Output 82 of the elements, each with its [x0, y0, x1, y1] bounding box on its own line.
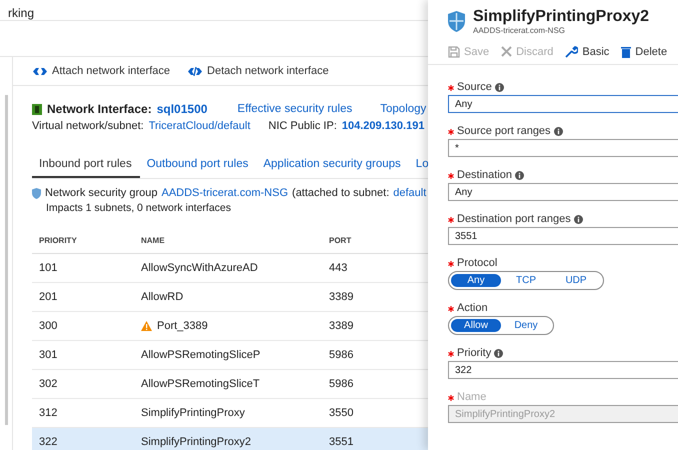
blade-subtitle: AADDS-tricerat.com-NSG [473, 26, 566, 35]
table-cell-text: 322 [39, 436, 58, 448]
effective-rules-link[interactable]: Effective security rules [237, 103, 352, 115]
input-field[interactable]: * [448, 139, 678, 157]
column-header: NAME [141, 236, 166, 245]
table-cell-text: AllowPSRemotingSliceP [141, 349, 262, 361]
save-icon [448, 46, 460, 58]
network-link-icon [188, 66, 202, 76]
toggle-option[interactable]: TCP [501, 274, 551, 287]
table-cell-text: 302 [39, 378, 58, 390]
table-cell-text: SimplifyPrintingProxy2 [141, 436, 252, 448]
scrollbar-thumb[interactable] [4, 95, 8, 425]
tab[interactable]: Lo [408, 152, 428, 178]
toolbar-button[interactable]: Attach network interface [33, 65, 170, 77]
table-cell-text: 300 [39, 320, 58, 332]
toggle-option[interactable]: UDP [551, 274, 601, 287]
table-cell-text: 5986 [329, 378, 354, 390]
ip-label: NIC Public IP: [268, 120, 337, 132]
tab[interactable]: Outbound port rules [140, 152, 256, 178]
table-cell-text: AllowSyncWithAzureAD [141, 262, 259, 274]
input-field[interactable]: Any [448, 183, 678, 201]
input-field[interactable]: 322 [448, 361, 678, 379]
field-label: Protocol [457, 257, 498, 270]
table-cell-text: 201 [39, 291, 58, 303]
table-cell-text: 101 [39, 262, 58, 274]
info-icon[interactable] [574, 215, 583, 224]
info-icon[interactable] [494, 83, 504, 92]
table-row[interactable]: 322 SimplifyPrintingProxy2 3551 [32, 428, 428, 450]
shield-icon [448, 11, 465, 32]
wrench-icon [565, 45, 578, 58]
field-label: Priority [457, 347, 492, 360]
impacts-text: Impacts 1 subnets, 0 network interfaces [46, 202, 232, 214]
table-cell-text: AllowRD [141, 291, 184, 303]
interface-link[interactable]: sql01500 [156, 102, 208, 116]
toggle-option[interactable]: Any [451, 274, 501, 287]
toolbar-button[interactable]: Detach network interface [188, 65, 329, 77]
table-cell-text: AllowPSRemotingSliceT [141, 378, 261, 390]
table-cell: Port_3389 [141, 320, 329, 332]
table-cell-text: 3389 [329, 320, 354, 332]
input-field[interactable]: 3551 [448, 227, 678, 245]
info-icon[interactable] [494, 349, 504, 358]
subnet-link[interactable]: default [393, 187, 426, 199]
table-cell-text: 5986 [329, 349, 354, 361]
toggle-option[interactable]: Deny [501, 319, 551, 332]
trash-icon [621, 46, 632, 58]
table-cell-text: 3551 [329, 436, 354, 448]
column-header: PRIORITY [39, 236, 78, 245]
topology-link[interactable]: Topology [380, 103, 426, 115]
interface-label: Network Interface: [47, 102, 152, 116]
table-cell-text: 3550 [329, 407, 354, 419]
shield-icon [32, 188, 41, 198]
network-card-icon [32, 104, 42, 114]
network-link-icon [33, 66, 47, 76]
info-icon[interactable] [515, 171, 524, 180]
blade-title: SimplifyPrintingProxy2 [473, 8, 650, 26]
field-label: Source [457, 81, 492, 94]
tab[interactable]: Application security groups [256, 152, 409, 178]
breadcrumb-text: rking [8, 6, 34, 20]
table-cell-text: 312 [39, 407, 58, 419]
close-icon [501, 46, 512, 57]
table-cell-text: SimplifyPrintingProxy [141, 407, 246, 419]
attached-text: (attached to subnet: [292, 187, 390, 199]
info-icon[interactable] [554, 127, 563, 136]
field-label: Destination [457, 169, 512, 182]
subnet-label: Virtual network/subnet: [32, 120, 144, 132]
subnet-link[interactable]: TriceratCloud/default [148, 120, 250, 132]
table-cell-text: 443 [329, 262, 348, 274]
table-cell-text: 3389 [329, 291, 354, 303]
field-label: Source port ranges [457, 125, 551, 138]
toggle-option[interactable]: Allow [451, 319, 501, 332]
input-field[interactable]: Any [448, 95, 678, 113]
nsg-label: Network security group [45, 187, 158, 199]
column-header: PORT [329, 236, 352, 245]
command-button[interactable]: Basic [565, 45, 610, 58]
tab[interactable]: Inbound port rules [32, 152, 140, 178]
field-label: Destination port ranges [457, 213, 571, 226]
ip-link[interactable]: 104.209.130.191 [342, 120, 424, 132]
field-label: Name [457, 391, 486, 404]
field-label: Action [457, 302, 488, 315]
table-cell-text: 301 [39, 349, 58, 361]
nsg-link[interactable]: AADDS-tricerat.com-NSG [162, 187, 288, 199]
command-button[interactable]: Delete [621, 46, 668, 58]
